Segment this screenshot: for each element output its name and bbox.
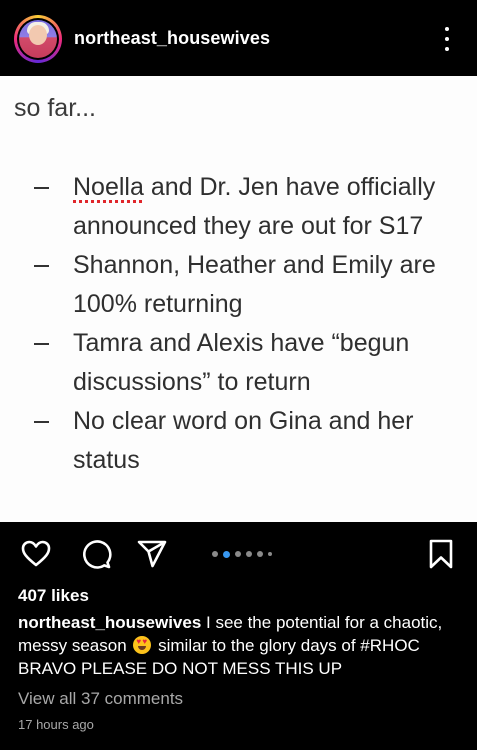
- avatar[interactable]: [14, 15, 62, 63]
- carousel-dot: [235, 551, 241, 557]
- post-timestamp: 17 hours ago: [18, 717, 94, 732]
- avatar-photo: [19, 20, 57, 58]
- post-username[interactable]: northeast_housewives: [74, 28, 270, 49]
- like-heart-icon[interactable]: [20, 538, 52, 570]
- post-header: northeast_housewives: [0, 0, 477, 76]
- view-all-comments-link[interactable]: View all 37 comments: [18, 689, 183, 709]
- post-image[interactable]: so far... Noella and Dr. Jen have offici…: [0, 76, 477, 522]
- bullet-text: No clear word on Gina and her status: [73, 407, 414, 474]
- more-dot: [445, 47, 449, 51]
- post-caption: northeast_housewives I see the potential…: [18, 611, 463, 680]
- carousel-dot: [246, 551, 252, 557]
- share-paper-plane-icon[interactable]: [136, 538, 168, 570]
- bullet-text: Shannon, Heather and Emily are 100% retu…: [73, 251, 436, 318]
- carousel-dot: [257, 551, 263, 557]
- more-dot: [445, 37, 449, 41]
- carousel-indicator: [212, 550, 272, 558]
- post-image-bullet-list: Noella and Dr. Jen have officially annou…: [0, 168, 477, 480]
- likes-count[interactable]: 407 likes: [18, 586, 89, 606]
- carousel-dot: [268, 552, 272, 556]
- caption-username[interactable]: northeast_housewives: [18, 613, 201, 632]
- bullet-item: Noella and Dr. Jen have officially annou…: [0, 168, 477, 246]
- carousel-dot-active: [223, 550, 230, 558]
- heart-eyes-emoji-icon: [133, 636, 152, 654]
- comment-icon[interactable]: [80, 538, 112, 570]
- action-bar: [0, 530, 477, 574]
- more-options-icon[interactable]: [440, 27, 454, 51]
- carousel-dot: [212, 551, 218, 557]
- spellcheck-word: Noella: [73, 173, 144, 201]
- avatar-face: [29, 25, 47, 45]
- avatar-frame: [17, 18, 59, 60]
- post-image-intro: so far...: [14, 94, 96, 122]
- save-bookmark-icon[interactable]: [425, 538, 457, 570]
- more-dot: [445, 27, 449, 31]
- bullet-item: No clear word on Gina and her status: [0, 402, 477, 480]
- bullet-text: Tamra and Alexis have “begun discussions…: [73, 329, 410, 396]
- bullet-item: Tamra and Alexis have “begun discussions…: [0, 324, 477, 402]
- bullet-item: Shannon, Heather and Emily are 100% retu…: [0, 246, 477, 324]
